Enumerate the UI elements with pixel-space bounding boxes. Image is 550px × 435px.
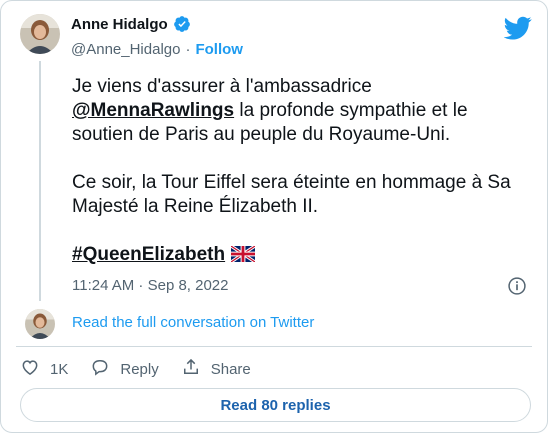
tweet-paragraph-2: Ce soir, la Tour Eiffel sera éteinte en … (72, 172, 511, 217)
uk-flag-emoji (230, 244, 256, 269)
divider (16, 346, 532, 347)
conversation-avatar (25, 309, 55, 339)
reply-label: Reply (120, 360, 159, 378)
tweet-line-1: Je viens d'assurer à l'ambassadrice (72, 76, 372, 97)
hashtag-link[interactable]: #QueenElizabeth (72, 244, 225, 265)
author-avatar[interactable] (20, 14, 60, 54)
like-button[interactable]: 1K (20, 357, 68, 381)
tweet-card: Anne Hidalgo @Anne_Hidalgo · Follow Je v… (0, 0, 548, 433)
info-icon[interactable] (507, 276, 527, 296)
read-replies-button[interactable]: Read 80 replies (20, 388, 531, 422)
read-conversation-link[interactable]: Read the full conversation on Twitter (72, 314, 314, 331)
share-button[interactable]: Share (181, 357, 251, 381)
heart-icon (20, 357, 40, 381)
twitter-bird-icon[interactable] (503, 14, 532, 42)
share-icon (181, 357, 201, 381)
author-handle[interactable]: @Anne_Hidalgo (71, 41, 180, 58)
thread-line (39, 61, 41, 301)
reply-button[interactable]: Reply (90, 357, 159, 381)
mention-link[interactable]: @MennaRawlings (72, 100, 234, 121)
follow-button[interactable]: Follow (195, 41, 243, 58)
tweet-timestamp[interactable]: 11:24 AM · Sep 8, 2022 (72, 277, 229, 294)
tweet-paragraph-3: #QueenElizabeth (72, 243, 527, 269)
separator-dot: · (185, 41, 191, 58)
like-count: 1K (50, 360, 69, 378)
author-name[interactable]: Anne Hidalgo (71, 16, 168, 33)
verified-badge-icon (173, 15, 191, 33)
action-bar: 1K Reply Share (20, 357, 273, 381)
share-label: Share (210, 360, 251, 378)
reply-bubble-icon (90, 357, 110, 381)
tweet-paragraph-1: Je viens d'assurer à l'ambassadrice @Menn… (72, 75, 527, 147)
tweet-text: Je viens d'assurer à l'ambassadrice @Menn… (72, 75, 527, 293)
